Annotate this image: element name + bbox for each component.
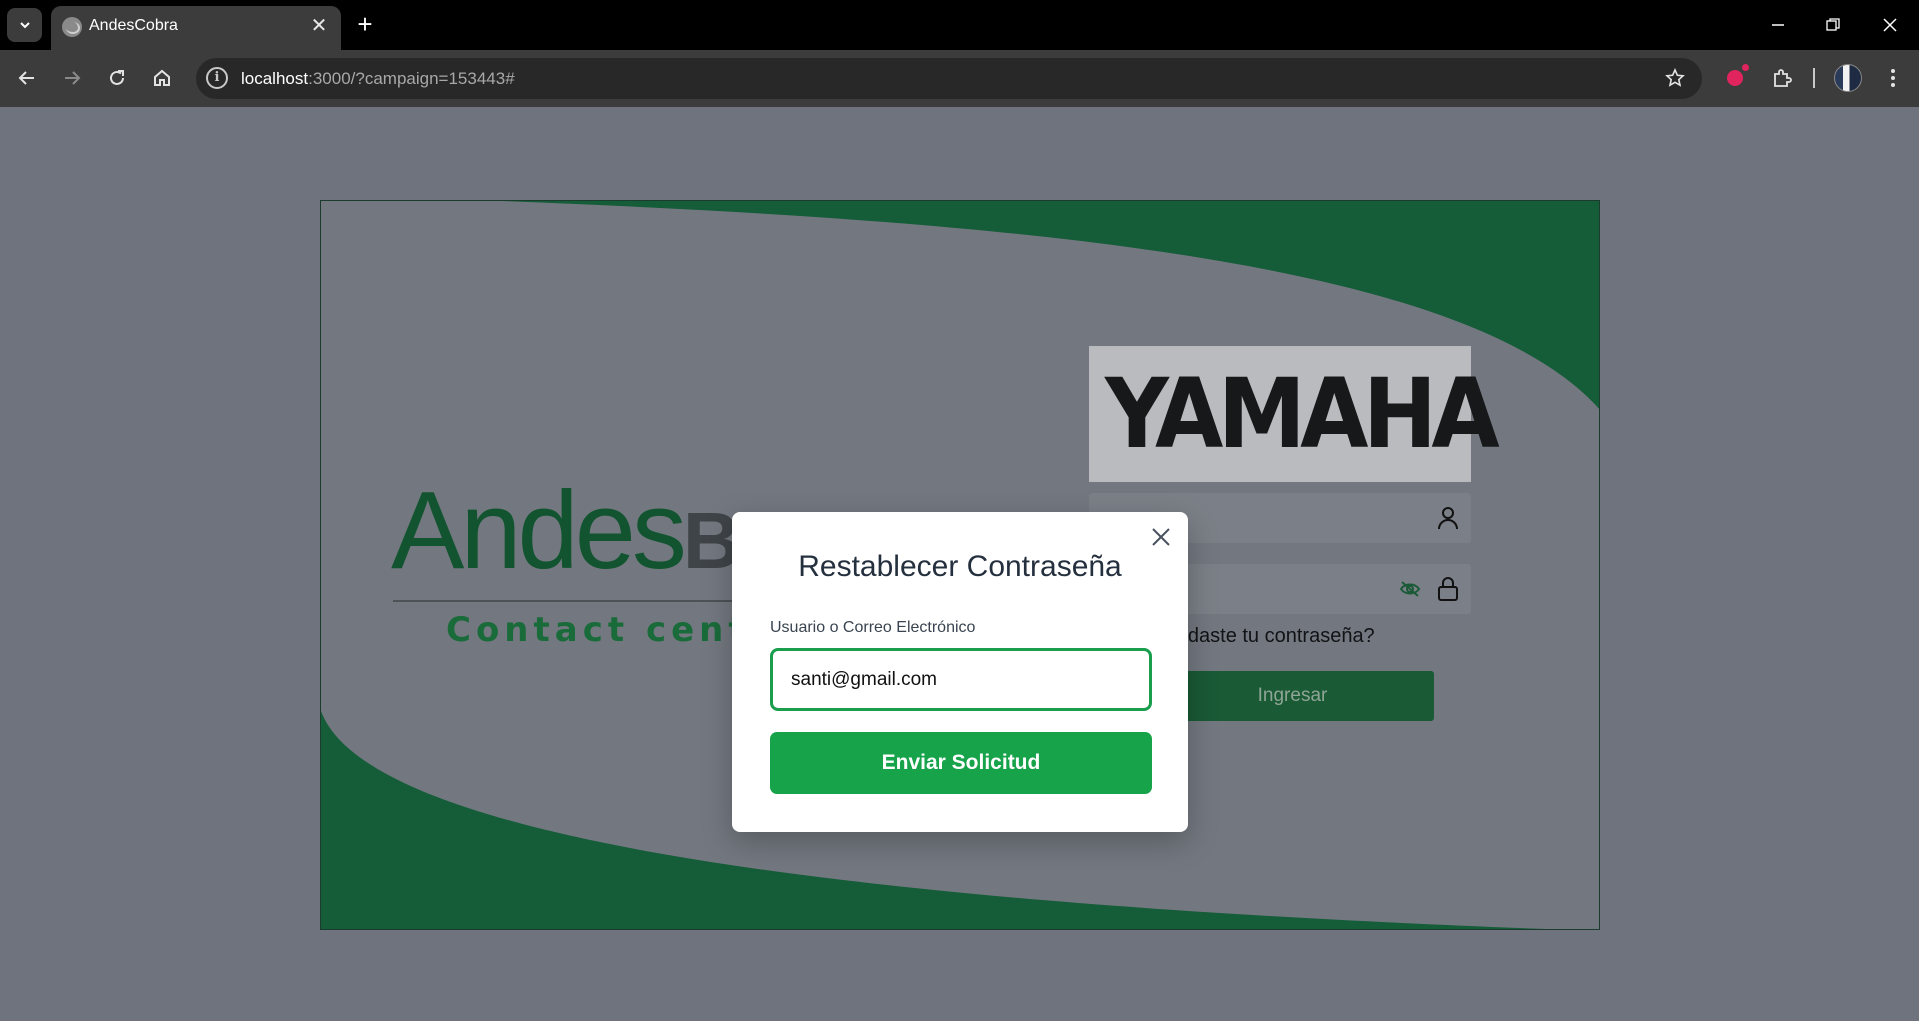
login-button[interactable]: Ingresar xyxy=(1151,671,1434,721)
extension-record-icon[interactable] xyxy=(1721,64,1749,92)
yamaha-logo: YAMAHA xyxy=(1089,346,1500,482)
reload-button[interactable] xyxy=(101,62,133,94)
forgot-password-link[interactable]: lvidaste tu contraseña? xyxy=(1169,625,1375,648)
modal-title: Restablecer Contraseña xyxy=(798,550,1122,583)
browser-tabstrip: AndesCobra ✕ + xyxy=(0,0,1919,50)
close-window-button[interactable] xyxy=(1870,10,1910,40)
browser-menu-button[interactable] xyxy=(1877,62,1909,94)
tab-title: AndesCobra xyxy=(89,17,178,34)
back-button[interactable] xyxy=(11,62,43,94)
modal-close-button[interactable] xyxy=(1146,522,1176,552)
chevron-down-icon xyxy=(19,22,30,29)
user-icon xyxy=(1435,505,1461,531)
close-tab-icon[interactable]: ✕ xyxy=(307,14,331,38)
restore-icon xyxy=(1826,18,1840,31)
forward-button[interactable] xyxy=(56,62,88,94)
globe-icon xyxy=(62,17,82,37)
new-tab-button[interactable]: + xyxy=(351,11,379,39)
home-icon xyxy=(154,69,170,86)
url-text: localhost:3000/?campaign=153443# xyxy=(241,69,515,88)
yamaha-wordmark: YAMAHA xyxy=(1105,358,1500,470)
reload-icon xyxy=(110,70,124,85)
lock-icon xyxy=(1435,576,1461,602)
browser-toolbar: i localhost:3000/?campaign=153443# xyxy=(0,50,1919,107)
restore-button[interactable] xyxy=(1813,10,1853,40)
arrow-left-icon xyxy=(18,71,34,85)
page-overlay: AndesBR Contact center YAMAHA a lvidaste… xyxy=(0,107,1919,1021)
home-button[interactable] xyxy=(146,62,178,94)
eye-off-icon[interactable] xyxy=(1397,576,1423,602)
site-info-icon[interactable]: i xyxy=(206,67,228,89)
minimize-icon xyxy=(1772,24,1784,26)
bookmark-star-icon[interactable] xyxy=(1663,66,1687,90)
minimize-button[interactable] xyxy=(1758,10,1798,40)
profile-avatar[interactable] xyxy=(1834,64,1862,92)
tab-search-button[interactable] xyxy=(7,8,42,42)
arrow-right-icon xyxy=(65,71,81,85)
close-icon xyxy=(1152,528,1170,546)
reset-password-modal: Restablecer Contraseña Usuario o Correo … xyxy=(732,512,1188,832)
browser-tab[interactable]: AndesCobra ✕ xyxy=(51,6,341,50)
submit-request-button[interactable]: Enviar Solicitud xyxy=(770,732,1152,794)
kebab-menu-icon xyxy=(1891,69,1895,87)
email-field-label: Usuario o Correo Electrónico xyxy=(770,619,976,636)
close-icon xyxy=(1883,18,1897,32)
address-bar[interactable]: i localhost:3000/?campaign=153443# xyxy=(196,58,1702,99)
extensions-puzzle-icon[interactable] xyxy=(1768,64,1796,92)
toolbar-separator xyxy=(1813,68,1815,88)
email-field[interactable] xyxy=(770,648,1152,711)
